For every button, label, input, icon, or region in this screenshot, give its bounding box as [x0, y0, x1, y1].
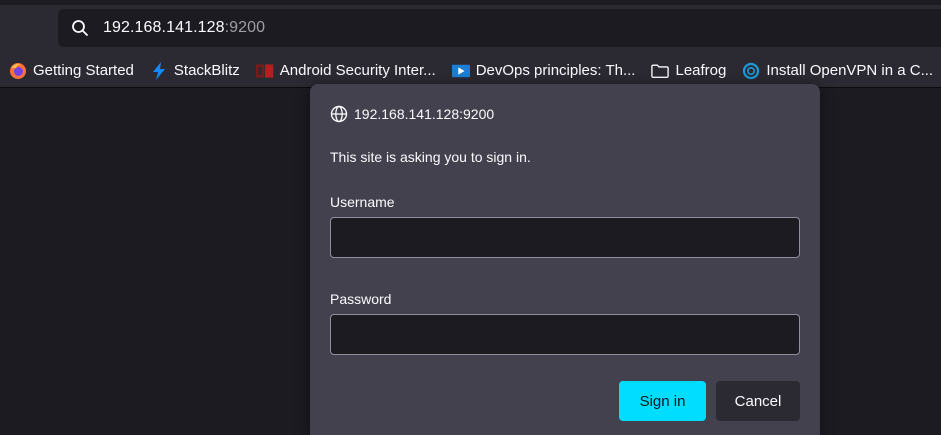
search-icon — [69, 17, 91, 39]
dialog-message: This site is asking you to sign in. — [330, 149, 531, 165]
bookmark-label: Getting Started — [33, 62, 134, 79]
video-icon — [451, 62, 470, 80]
dialog-origin: 192.168.141.128:9200 — [330, 105, 494, 123]
bookmark-label: StackBlitz — [173, 62, 240, 79]
browser-toolbar: 192.168.141.128:9200 — [0, 0, 941, 54]
bookmark-label: Leafrog — [675, 62, 727, 79]
bookmark-android-security[interactable]: Android Security Inter... — [255, 57, 436, 85]
firefox-icon — [9, 62, 27, 80]
bookmark-getting-started[interactable]: Getting Started — [9, 57, 134, 85]
username-label: Username — [330, 194, 395, 210]
url-port: :9200 — [224, 19, 266, 36]
stackblitz-bolt-icon — [150, 61, 168, 80]
url-host: 192.168.141.128 — [103, 19, 225, 36]
url-text[interactable]: 192.168.141.128:9200 — [103, 19, 265, 37]
bookmark-stackblitz[interactable]: StackBlitz — [150, 57, 240, 85]
password-field[interactable] — [330, 314, 800, 355]
dialog-origin-text: 192.168.141.128:9200 — [354, 106, 495, 122]
url-bar[interactable]: 192.168.141.128:9200 — [58, 9, 941, 47]
bookmark-install-openvpn[interactable]: Install OpenVPN in a C... — [742, 57, 933, 85]
password-label: Password — [330, 291, 392, 307]
openvpn-icon — [742, 62, 760, 80]
tab-strip-edge — [0, 0, 941, 5]
sign-in-dialog: 192.168.141.128:9200 This site is asking… — [310, 84, 820, 435]
globe-icon — [330, 105, 348, 123]
bookmark-label: Install OpenVPN in a C... — [766, 62, 934, 79]
bookmarks-bar: Getting Started StackBlitz Android Secur… — [0, 54, 941, 88]
android-security-icon — [255, 62, 274, 80]
folder-icon — [651, 62, 670, 80]
bookmark-label: DevOps principles: Th... — [475, 62, 636, 79]
bookmark-folder-leafrog[interactable]: Leafrog — [651, 57, 726, 85]
bookmark-devops-principles[interactable]: DevOps principles: Th... — [451, 57, 636, 85]
sign-in-button[interactable]: Sign in — [619, 381, 706, 421]
username-field[interactable] — [330, 217, 800, 258]
cancel-button[interactable]: Cancel — [716, 381, 800, 421]
bookmark-label: Android Security Inter... — [279, 62, 436, 79]
